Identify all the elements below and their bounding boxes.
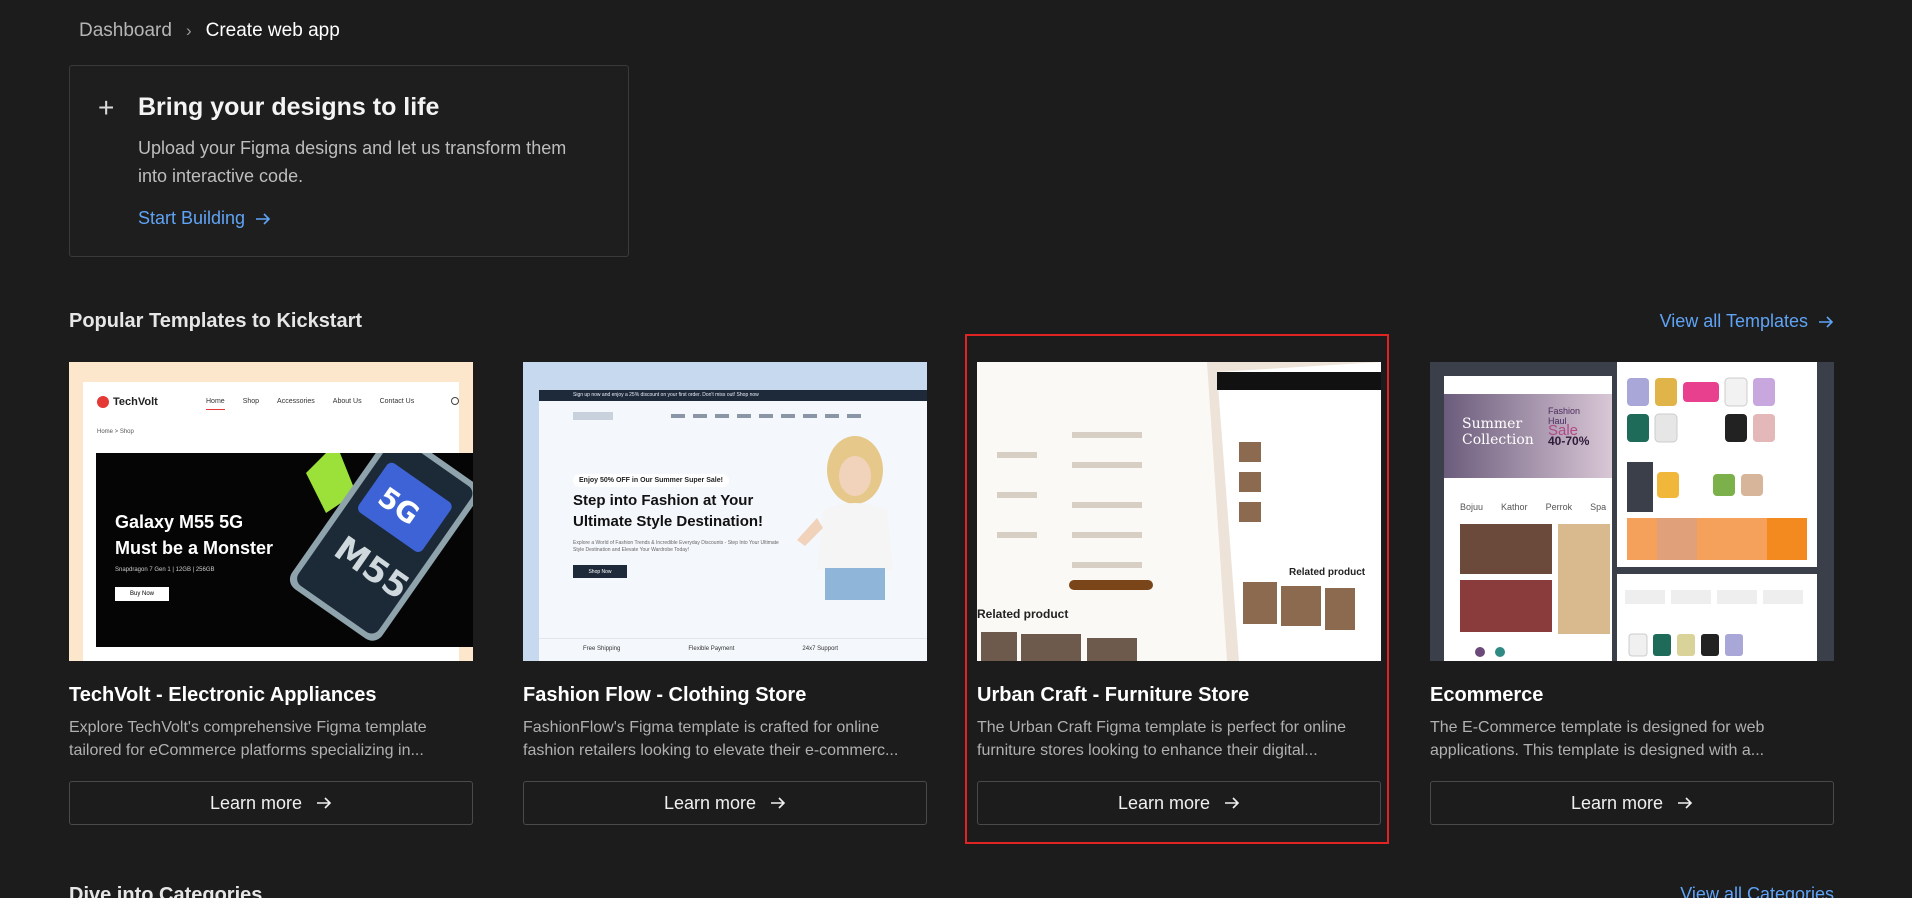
arrow-right-icon [256, 212, 271, 225]
nav-shop: Shop [242, 398, 260, 405]
templates-section-title: Popular Templates to Kickstart [69, 310, 363, 332]
template-card-urban-craft[interactable]: Related product Related product Urban Cr… [977, 362, 1381, 825]
fashion-shop-button: Shop Now [573, 565, 627, 578]
hero-description: Upload your Figma designs and let us tra… [138, 138, 567, 186]
techvolt-logo: TechVolt [97, 396, 158, 408]
ecommerce-product-grid [1460, 524, 1610, 657]
template-description: Explore TechVolt's comprehensive Figma t… [69, 716, 473, 762]
nav-about: About Us [332, 398, 362, 405]
learn-more-button[interactable]: Learn more [977, 781, 1381, 825]
ecommerce-brands: Bojuu Kathor Perrok Spa [1460, 502, 1606, 512]
fashion-nav [671, 414, 861, 418]
arrow-right-icon [1225, 797, 1240, 809]
feature-shipping: Free Shipping [583, 646, 621, 652]
template-description-line-2: applications. This template is designed … [1430, 742, 1765, 759]
feature-payment: Flexible Payment [688, 646, 735, 652]
techvolt-banner: 5G M55 Galaxy M55 5G Must be a Monster S… [96, 453, 473, 647]
template-description-line-2: fashion retailers looking to elevate the… [523, 742, 899, 759]
plus-icon: + [98, 92, 115, 123]
template-description: FashionFlow's Figma template is crafted … [523, 716, 927, 762]
brand-4: Spa [1590, 502, 1607, 512]
ecommerce-pct: 40-70% [1548, 434, 1590, 448]
nav-contact: Contact Us [379, 398, 415, 405]
techvolt-headline-2: Must be a Monster [115, 538, 274, 558]
template-thumbnail-fashion-flow[interactable]: Sign up now and enjoy a 25% discount on … [523, 362, 927, 661]
template-card-ecommerce[interactable]: Summer Collection Fashion Haul Sale 40-7… [1430, 362, 1834, 825]
page: Dashboard › Create web app + Bring your … [0, 0, 1912, 898]
techvolt-brand: TechVolt [113, 396, 158, 408]
ecommerce-hero-2: Collection [1462, 432, 1534, 448]
template-thumbnail-urban-craft[interactable]: Related product Related product [977, 362, 1381, 661]
brand-1: Bojuu [1460, 502, 1484, 512]
view-all-categories-link[interactable]: View all Categories [1680, 884, 1834, 898]
breadcrumb-current: Create web app [205, 20, 340, 41]
phone-image: 5G M55 [289, 453, 473, 641]
chevron-right-icon: › [185, 21, 192, 40]
learn-more-label: Learn more [209, 792, 303, 813]
template-description-line-1: Explore TechVolt's comprehensive Figma t… [69, 719, 427, 736]
template-title: Urban Craft - Furniture Store [977, 684, 1250, 706]
template-description: The E-Commerce template is designed for … [1430, 716, 1834, 762]
view-all-templates-link[interactable]: View all Templates [1660, 311, 1834, 332]
related-product-label-1: Related product [977, 607, 1069, 621]
ecommerce-footer-products [1625, 590, 1803, 657]
ecommerce-sale-1: Fashion [1548, 406, 1581, 416]
breadcrumb-dashboard-link[interactable]: Dashboard [79, 20, 172, 42]
template-card-fashion-flow[interactable]: Sign up now and enjoy a 25% discount on … [523, 362, 927, 825]
upload-figma-card: + Bring your designs to life Upload your… [69, 65, 629, 257]
model-image [797, 436, 893, 600]
start-building-label: Start Building [138, 208, 246, 228]
ecommerce-hero-1: Summer [1462, 416, 1523, 432]
breadcrumb: Dashboard › Create web app [79, 20, 340, 42]
nav-accessories: Accessories [277, 398, 315, 405]
ecommerce-hero-banner: Summer Collection Fashion Haul Sale 40-7… [1444, 394, 1612, 478]
learn-more-button[interactable]: Learn more [69, 781, 473, 825]
techvolt-crumb: Home > Shop [97, 429, 134, 435]
template-description-line-1: FashionFlow's Figma template is crafted … [523, 719, 880, 736]
template-description-line-2: tailored for eCommerce platforms special… [69, 742, 424, 759]
learn-more-button[interactable]: Learn more [1430, 781, 1834, 825]
start-building-link[interactable]: Start Building [138, 208, 271, 229]
fashion-sub: Explore a World of Fashion Trends & Incr… [573, 540, 779, 553]
brand-3: Perrok [1545, 502, 1573, 512]
hero-title: Bring your designs to life [138, 93, 440, 121]
ecommerce-hoodie-grid [1627, 377, 1807, 560]
template-thumbnail-techvolt[interactable]: TechVolt Home Shop Accessories About Us … [69, 362, 473, 661]
related-product-label-2: Related product [1289, 567, 1366, 578]
template-card-techvolt[interactable]: TechVolt Home Shop Accessories About Us … [69, 362, 473, 825]
template-title: Ecommerce [1430, 684, 1544, 706]
template-description: The Urban Craft Figma template is perfec… [977, 716, 1381, 762]
template-thumbnail-ecommerce[interactable]: Summer Collection Fashion Haul Sale 40-7… [1430, 362, 1834, 661]
fashion-promo-bar: Sign up now and enjoy a 25% discount on … [539, 390, 927, 401]
view-all-templates-label: View all Templates [1659, 311, 1808, 331]
template-description-line-2: furniture stores looking to enhance thei… [977, 742, 1318, 759]
techvolt-nav: Home Shop Accessories About Us Contact U… [206, 398, 414, 410]
fashion-features: Free Shipping Flexible Payment 24x7 Supp… [539, 638, 927, 661]
arrow-right-icon [317, 797, 332, 809]
learn-more-label: Learn more [1570, 792, 1664, 813]
arrow-right-icon [1678, 797, 1693, 809]
techvolt-sub: Snapdragon 7 Gen 1 | 12GB | 256GB [115, 567, 215, 573]
learn-more-button[interactable]: Learn more [523, 781, 927, 825]
arrow-right-icon [1819, 315, 1834, 328]
fashion-headline-2: Ultimate Style Destination! [573, 513, 764, 530]
fashion-logo [573, 412, 613, 420]
techvolt-buy-button: Buy Now [115, 587, 169, 601]
template-title: Fashion Flow - Clothing Store [523, 684, 807, 706]
brand-2: Kathor [1501, 502, 1528, 512]
template-title: TechVolt - Electronic Appliances [69, 684, 377, 706]
template-description-line-1: The E-Commerce template is designed for … [1430, 719, 1765, 736]
fashion-headline-1: Step into Fashion at Your [573, 492, 754, 509]
template-description-line-1: The Urban Craft Figma template is perfec… [977, 719, 1347, 736]
fashion-badge: Enjoy 50% OFF in Our Summer Super Sale! [573, 474, 729, 487]
techvolt-headline-1: Galaxy M55 5G [115, 512, 244, 532]
nav-home: Home [206, 398, 225, 410]
arrow-right-icon [771, 797, 786, 809]
feature-support: 24x7 Support [802, 646, 839, 652]
learn-more-label: Learn more [1117, 792, 1211, 813]
search-icon [451, 397, 459, 405]
learn-more-label: Learn more [663, 792, 757, 813]
categories-section-title: Dive into Categories [69, 884, 263, 898]
